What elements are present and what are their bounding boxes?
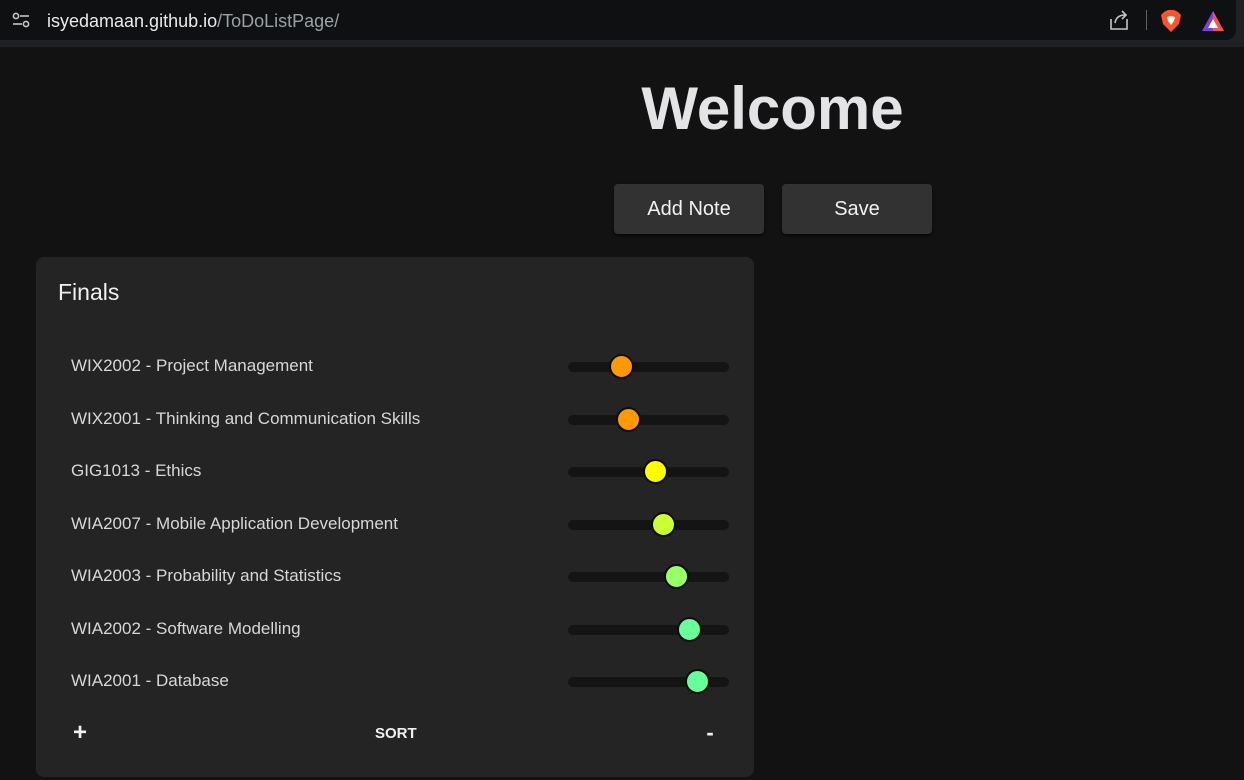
address-bar[interactable]: isyedamaan.github.io/ToDoListPage/ (0, 0, 1236, 40)
item-label[interactable]: WIX2002 - Project Management (71, 356, 313, 376)
list-item: WIA2003 - Probability and Statistics (36, 556, 754, 596)
slider-thumb[interactable] (609, 354, 635, 379)
progress-slider[interactable] (568, 669, 729, 694)
url-domain: isyedamaan.github.io (47, 11, 218, 31)
share-icon[interactable] (1108, 9, 1130, 31)
progress-slider[interactable] (568, 459, 729, 484)
progress-slider[interactable] (568, 406, 729, 432)
add-item-button[interactable]: + (70, 721, 90, 745)
url-path: /ToDoListPage/ (217, 11, 340, 31)
item-label[interactable]: WIA2007 - Mobile Application Development (71, 514, 398, 534)
toolbar-divider (1146, 10, 1147, 30)
list-item: WIX2002 - Project Management (36, 346, 754, 386)
item-label[interactable]: WIA2003 - Probability and Statistics (71, 566, 341, 586)
item-label[interactable]: GIG1013 - Ethics (71, 461, 201, 481)
slider-thumb[interactable] (642, 459, 668, 484)
brave-rewards-icon[interactable] (1201, 10, 1225, 32)
browser-toolbar: isyedamaan.github.io/ToDoListPage/ (0, 0, 1244, 47)
page-content: Welcome Add Note Save Finals WIX2002 - P… (0, 47, 1244, 780)
slider-thumb[interactable] (676, 616, 702, 642)
sort-button[interactable]: SORT (375, 726, 417, 742)
list-item: WIA2007 - Mobile Application Development (36, 504, 754, 544)
progress-slider[interactable] (568, 564, 729, 589)
page-title: Welcome (641, 75, 904, 142)
brave-shields-icon[interactable] (1160, 9, 1182, 33)
save-button[interactable]: Save (782, 184, 932, 234)
item-label[interactable]: WIX2001 - Thinking and Communication Ski… (71, 409, 420, 429)
list-item: WIX2001 - Thinking and Communication Ski… (36, 399, 754, 439)
list-item: GIG1013 - Ethics (36, 451, 754, 491)
list-item: WIA2001 - Database (36, 661, 754, 701)
note-title[interactable]: Finals (58, 278, 119, 306)
progress-slider[interactable] (568, 354, 729, 379)
slider-thumb[interactable] (650, 511, 676, 537)
item-label[interactable]: WIA2002 - Software Modelling (71, 619, 301, 639)
progress-slider[interactable] (568, 616, 729, 642)
site-settings-icon[interactable] (12, 12, 30, 28)
slider-thumb[interactable] (663, 564, 689, 589)
add-note-button[interactable]: Add Note (614, 184, 764, 234)
url-text[interactable]: isyedamaan.github.io/ToDoListPage/ (47, 10, 339, 32)
progress-slider[interactable] (568, 511, 729, 537)
slider-thumb[interactable] (684, 669, 710, 694)
item-label[interactable]: WIA2001 - Database (71, 671, 229, 691)
note-card: Finals WIX2002 - Project Management WIX20… (36, 257, 754, 777)
slider-thumb[interactable] (615, 406, 641, 432)
list-item: WIA2002 - Software Modelling (36, 609, 754, 649)
remove-item-button[interactable]: - (700, 721, 720, 745)
